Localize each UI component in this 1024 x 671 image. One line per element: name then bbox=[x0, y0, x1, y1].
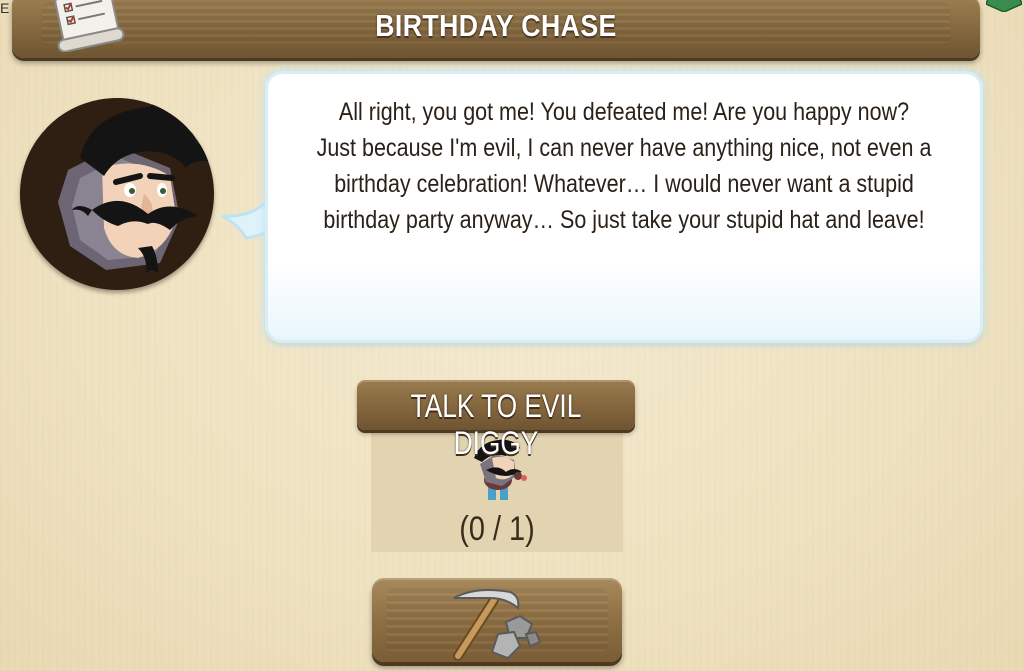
task-label-plank: TALK TO EVIL DIGGY bbox=[357, 380, 635, 461]
speaker-avatar bbox=[20, 98, 214, 290]
dialog-text: All right, you got me! You defeated me! … bbox=[292, 94, 956, 238]
gem-icon bbox=[986, 0, 1022, 12]
task-label: TALK TO EVIL DIGGY bbox=[410, 388, 582, 461]
dialog-line: Just because I'm evil, I can never have … bbox=[316, 134, 932, 162]
evil-diggy-portrait-icon bbox=[58, 98, 212, 274]
bubble-tail bbox=[221, 189, 274, 240]
dialog-line: All right, you got me! You defeated me! … bbox=[338, 98, 910, 126]
edge-mark: E bbox=[0, 0, 10, 16]
dig-button[interactable] bbox=[372, 578, 622, 662]
quest-scroll-icon bbox=[54, 0, 125, 52]
speech-bubble: All right, you got me! You defeated me! … bbox=[268, 74, 980, 340]
dialog-line: birthday party anyway… So just take your… bbox=[323, 206, 925, 234]
dialog-line: birthday celebration! Whatever… I would … bbox=[334, 170, 914, 198]
pickaxe-icon bbox=[453, 589, 542, 661]
quest-panel: E BIRTHDAY CHASE All right, you got me! … bbox=[0, 0, 1024, 671]
task-progress: (0 / 1) bbox=[459, 510, 535, 548]
quest-title: BIRTHDAY CHASE bbox=[375, 8, 617, 43]
title-bar: BIRTHDAY CHASE bbox=[12, 0, 980, 58]
